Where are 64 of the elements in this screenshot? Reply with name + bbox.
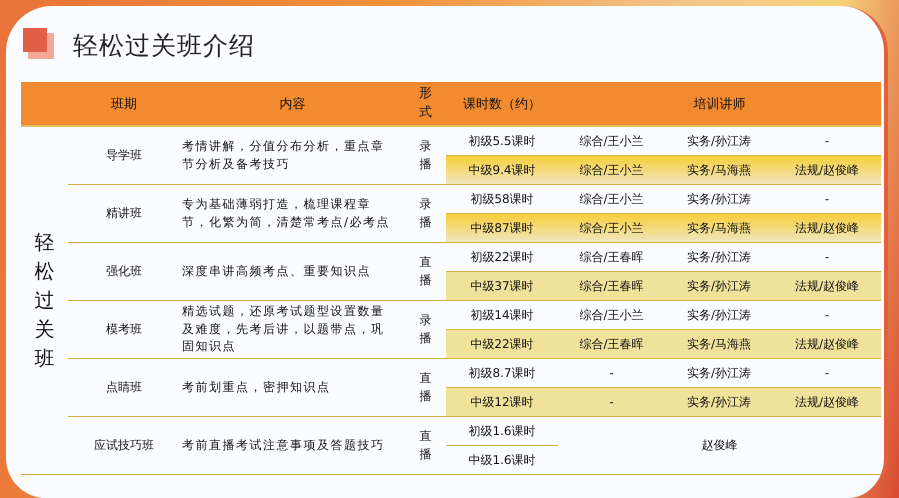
teacher-name: 法规/赵俊峰 bbox=[773, 272, 881, 301]
course-hours: 中级1.6课时 bbox=[446, 446, 558, 475]
teacher-name: 实务/马海燕 bbox=[665, 330, 773, 359]
teacher-name: 实务/马海燕 bbox=[665, 214, 773, 243]
column-header: 课时数（约） bbox=[446, 82, 558, 127]
teacher-name: - bbox=[558, 388, 665, 417]
teacher-name: 实务/孙江涛 bbox=[665, 243, 773, 272]
course-hours: 初级22课时 bbox=[446, 243, 558, 272]
course-hours: 中级22课时 bbox=[446, 330, 558, 359]
class-description: 深度串讲高频考点、重要知识点 bbox=[182, 262, 371, 280]
course-hours: 初级14课时 bbox=[446, 301, 558, 330]
class-name: 导学班 bbox=[68, 127, 180, 185]
teacher-name: 综合/王小兰 bbox=[558, 185, 665, 214]
teacher-name: 法规/赵俊峰 bbox=[773, 156, 881, 185]
teacher-name: 实务/孙江涛 bbox=[665, 272, 773, 301]
column-header: 内容 bbox=[180, 82, 405, 127]
teacher-name: 综合/王小兰 bbox=[558, 301, 665, 330]
teacher-name: - bbox=[773, 359, 881, 388]
slide-title: 轻松过关班介绍 bbox=[73, 30, 255, 62]
class-name: 模考班 bbox=[68, 301, 180, 359]
class-description: 专为基础薄弱打造，梳理课程章节，化繁为简，清楚常考点/必考点 bbox=[182, 196, 391, 230]
teacher-name: 实务/孙江涛 bbox=[665, 301, 773, 330]
teacher-name: - bbox=[773, 127, 881, 156]
course-hours: 初级58课时 bbox=[446, 185, 558, 214]
teacher-name: 实务/孙江涛 bbox=[665, 359, 773, 388]
teacher-name: 综合/王春晖 bbox=[558, 330, 665, 359]
teacher-name: 综合/王小兰 bbox=[558, 156, 665, 185]
class-name: 应试技巧班 bbox=[68, 417, 180, 475]
teacher-name: 实务/孙江涛 bbox=[665, 185, 773, 214]
teacher-name: - bbox=[558, 359, 665, 388]
class-description: 考前直播考试注意事项及答题技巧 bbox=[182, 436, 384, 454]
course-hours: 初级5.5课时 bbox=[446, 127, 558, 156]
teacher-name: 实务/马海燕 bbox=[665, 156, 773, 185]
column-header: 形式 bbox=[405, 82, 446, 127]
course-hours: 初级8.7课时 bbox=[446, 359, 558, 388]
teacher-name: 综合/王小兰 bbox=[558, 214, 665, 243]
class-description: 考情讲解，分值分布分析，重点章节分析及备考技巧 bbox=[182, 138, 386, 172]
class-name: 强化班 bbox=[68, 243, 180, 301]
group-label: 轻松过关班 bbox=[21, 127, 68, 475]
class-description: 精选试题，还原考试题型设置数量及难度，先考后讲，以题带点，巩固知识点 bbox=[182, 303, 386, 356]
teacher-name: 综合/王春晖 bbox=[558, 272, 665, 301]
course-hours: 中级87课时 bbox=[446, 214, 558, 243]
teacher-name: 法规/赵俊峰 bbox=[773, 388, 881, 417]
teacher-name: - bbox=[773, 185, 881, 214]
course-hours: 中级9.4课时 bbox=[446, 156, 558, 185]
delivery-format: 直播 bbox=[405, 417, 446, 475]
teacher-name: 赵俊峰 bbox=[558, 417, 881, 475]
teacher-name: 综合/王春晖 bbox=[558, 243, 665, 272]
course-hours: 中级37课时 bbox=[446, 272, 558, 301]
course-hours: 中级12课时 bbox=[446, 388, 558, 417]
teacher-name: 实务/孙江涛 bbox=[665, 388, 773, 417]
column-header: 培训讲师 bbox=[558, 82, 881, 127]
teacher-name: 法规/赵俊峰 bbox=[773, 330, 881, 359]
course-hours: 初级1.6课时 bbox=[446, 417, 558, 446]
teacher-name: 法规/赵俊峰 bbox=[773, 214, 881, 243]
header-cell bbox=[21, 82, 68, 127]
class-name: 精讲班 bbox=[68, 185, 180, 243]
class-name: 点睛班 bbox=[68, 359, 180, 417]
teacher-name: 实务/孙江涛 bbox=[665, 127, 773, 156]
teacher-name: - bbox=[773, 243, 881, 272]
column-header: 班期 bbox=[68, 82, 180, 127]
teacher-name: 综合/王小兰 bbox=[558, 127, 665, 156]
teacher-name: - bbox=[773, 301, 881, 330]
class-description: 考前划重点，密押知识点 bbox=[182, 378, 330, 396]
